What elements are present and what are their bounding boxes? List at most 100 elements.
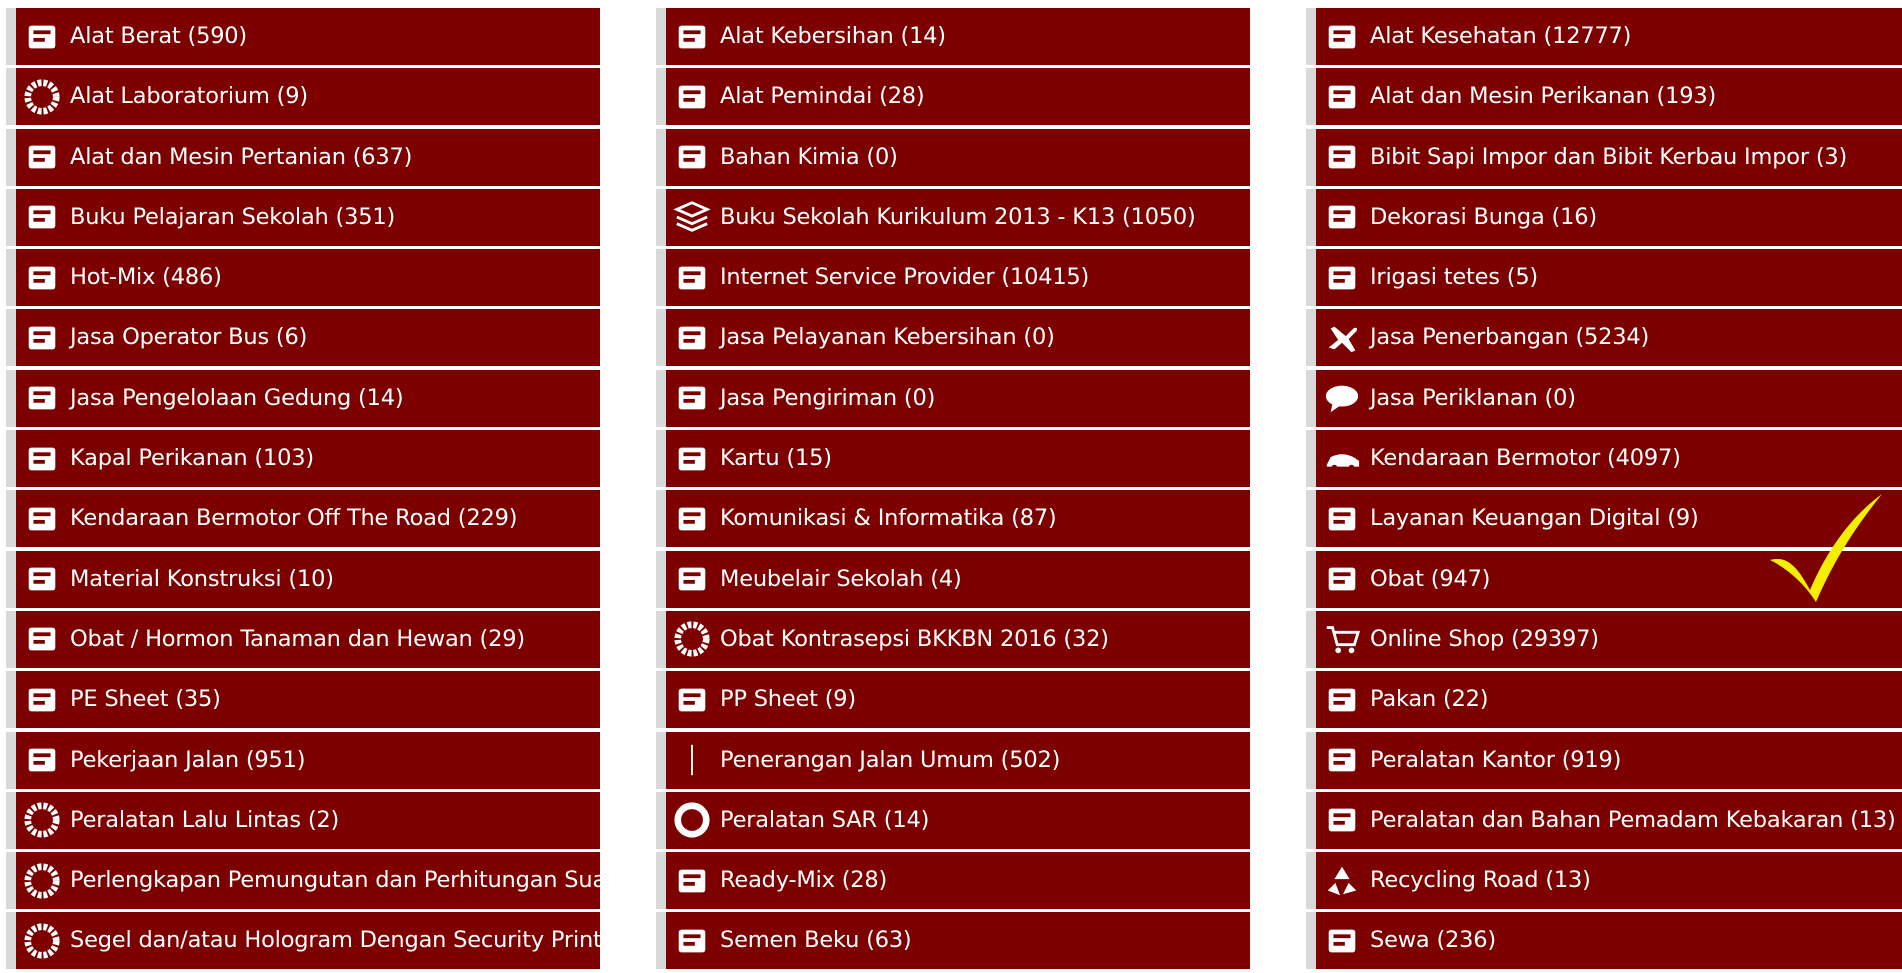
category-item[interactable]: Dekorasi Bunga (16) [1306,188,1902,246]
category-item[interactable]: Kapal Perikanan (103) [6,430,600,488]
sheet-icon [22,680,62,720]
category-item[interactable]: Online Shop (29397) [1306,610,1902,668]
category-item[interactable]: Pakan (22) [1306,671,1902,729]
category-item[interactable]: Peralatan Lalu Lintas (2) [6,791,600,849]
roll-icon [672,680,712,720]
gear-icon [22,921,62,961]
stack-icon [672,197,712,237]
category-item[interactable]: Jasa Pengiriman (0) [656,369,1250,427]
category-label: Dekorasi Bunga (16) [1370,203,1597,230]
category-item[interactable]: Hot-Mix (486) [6,249,600,307]
gear-icon [22,800,62,840]
fishing-machine-icon [1322,77,1362,117]
category-item[interactable]: Alat dan Mesin Pertanian (637) [6,128,600,186]
category-label: Alat dan Mesin Pertanian (637) [70,143,413,170]
category-item[interactable]: Peralatan SAR (14) [656,791,1250,849]
scanner-icon [672,77,712,117]
category-label: Kartu (15) [720,445,832,472]
cart-icon [1322,619,1362,659]
category-item[interactable]: Alat Pemindai (28) [656,68,1250,126]
category-label: Jasa Periklanan (0) [1370,384,1576,411]
gear-icon [22,861,62,901]
gear-icon [672,619,712,659]
category-label: Peralatan Kantor (919) [1370,746,1622,773]
office-tool-icon [1322,740,1362,780]
mixer-icon [672,861,712,901]
category-label: Kendaraan Bermotor Off The Road (229) [70,505,518,532]
category-label: Peralatan dan Bahan Pemadam Kebakaran (1… [1370,806,1896,833]
category-item[interactable]: Pekerjaan Jalan (951) [6,731,600,789]
category-label: Ready-Mix (28) [720,867,888,894]
category-label: Kendaraan Bermotor (4097) [1370,445,1681,472]
building-icon [22,378,62,418]
category-label: Irigasi tetes (5) [1370,264,1539,291]
category-column-2: Alat Kebersihan (14) Alat Pemindai (28) Ba… [656,8,1250,973]
lifebuoy-icon [672,800,712,840]
books-icon [22,197,62,237]
category-item[interactable]: Jasa Penerbangan (5234) [1306,309,1902,367]
category-label: Obat Kontrasepsi BKKBN 2016 (32) [720,625,1109,652]
category-item[interactable]: Ready-Mix (28) [656,852,1250,910]
category-item[interactable]: Kendaraan Bermotor Off The Road (229) [6,490,600,548]
category-item[interactable]: Alat Kesehatan (12777) [1306,8,1902,65]
category-label: Meubelair Sekolah (4) [720,565,962,592]
category-item[interactable]: Obat (947) [1306,550,1902,608]
category-grid: Alat Berat (590) Alat Laboratorium (9) Ala… [0,0,1902,970]
category-item[interactable]: Irigasi tetes (5) [1306,249,1902,307]
category-label: Internet Service Provider (10415) [720,264,1090,291]
category-item[interactable]: Bahan Kimia (0) [656,128,1250,186]
category-item[interactable]: Jasa Periklanan (0) [1306,369,1902,427]
category-label: Online Shop (29397) [1370,625,1599,652]
category-column-1: Alat Berat (590) Alat Laboratorium (9) Ala… [6,8,600,973]
category-item[interactable]: Alat Kebersihan (14) [656,8,1250,65]
category-item[interactable]: Jasa Pengelolaan Gedung (14) [6,369,600,427]
car-icon [1322,439,1362,479]
category-label: Alat Pemindai (28) [720,83,925,110]
category-item[interactable]: Alat Berat (590) [6,8,600,65]
category-item[interactable]: Material Konstruksi (10) [6,550,600,608]
category-item[interactable]: Buku Pelajaran Sekolah (351) [6,188,600,246]
category-item[interactable]: Perlengkapan Pemungutan dan Perhitungan … [6,852,600,910]
category-item[interactable]: Buku Sekolah Kurikulum 2013 - K13 (1050) [656,188,1250,246]
category-item[interactable]: Meubelair Sekolah (4) [656,550,1250,608]
category-item[interactable]: Penerangan Jalan Umum (502) [656,731,1250,789]
category-column-3: Alat Kesehatan (12777) Alat dan Mesin Per… [1306,8,1902,973]
category-label: Alat dan Mesin Perikanan (193) [1370,83,1717,110]
category-label: Peralatan SAR (14) [720,806,930,833]
truck-icon [22,499,62,539]
package-icon [672,378,712,418]
category-item[interactable]: Kartu (15) [656,430,1250,488]
gear-icon [22,77,62,117]
bricks-icon [22,559,62,599]
category-item[interactable]: Layanan Keuangan Digital (9) [1306,490,1902,548]
network-icon [672,499,712,539]
category-label: Bibit Sapi Impor dan Bibit Kerbau Impor … [1370,143,1848,170]
category-item[interactable]: Obat / Hormon Tanaman dan Hewan (29) [6,610,600,668]
category-label: PE Sheet (35) [70,686,221,713]
category-label: Alat Berat (590) [70,23,247,49]
category-item[interactable]: PP Sheet (9) [656,671,1250,729]
category-item[interactable]: Jasa Pelayanan Kebersihan (0) [656,309,1250,367]
category-item[interactable]: Alat Laboratorium (9) [6,68,600,126]
category-item[interactable]: Komunikasi & Informatika (87) [656,490,1250,548]
category-item[interactable]: Kendaraan Bermotor (4097) [1306,430,1902,488]
category-item[interactable]: Peralatan Kantor (919) [1306,731,1902,789]
category-item[interactable]: Internet Service Provider (10415) [656,249,1250,307]
digital-finance-icon [1322,499,1362,539]
category-item[interactable]: Bibit Sapi Impor dan Bibit Kerbau Impor … [1306,128,1902,186]
tractor-icon [22,137,62,177]
category-item[interactable]: Recycling Road (13) [1306,852,1902,910]
ship-icon [22,439,62,479]
category-item[interactable]: Alat dan Mesin Perikanan (193) [1306,68,1902,126]
category-item[interactable]: PE Sheet (35) [6,671,600,729]
pill-icon [1322,559,1362,599]
category-item[interactable]: Obat Kontrasepsi BKKBN 2016 (32) [656,610,1250,668]
speech-bubble-icon [1322,378,1362,418]
category-item[interactable]: Peralatan dan Bahan Pemadam Kebakaran (1… [1306,791,1902,849]
category-label: PP Sheet (9) [720,686,856,713]
category-label: Komunikasi & Informatika (87) [720,505,1057,532]
category-label: Alat Kebersihan (14) [720,23,946,49]
category-label: Obat / Hormon Tanaman dan Hewan (29) [70,625,525,652]
category-item[interactable]: Jasa Operator Bus (6) [6,309,600,367]
category-label: Peralatan Lalu Lintas (2) [70,806,340,833]
